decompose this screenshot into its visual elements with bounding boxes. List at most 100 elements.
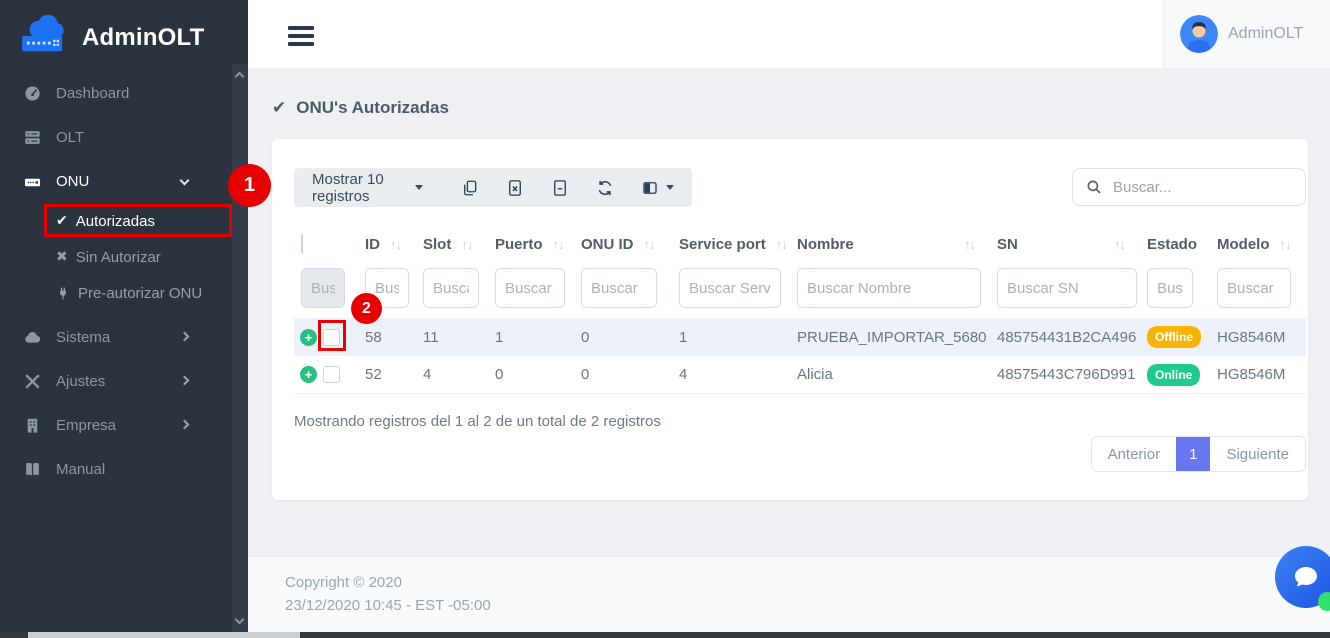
copyright-text: Copyright © 2020: [285, 571, 1330, 594]
length-menu-button[interactable]: Mostrar 10 registros: [312, 171, 423, 205]
app-logo[interactable]: AdminOLT: [20, 14, 204, 61]
tools-icon: [22, 371, 42, 391]
cell-sn: 48575443C796D991: [990, 366, 1140, 383]
cell-modelo: HG8546M: [1210, 329, 1306, 346]
table-row: 52 4 0 0 4 Alicia 48575443C796D991 Onlin…: [294, 356, 1306, 394]
caret-down-icon: [415, 185, 423, 190]
column-visibility-button[interactable]: [641, 179, 674, 197]
copy-icon[interactable]: [461, 179, 479, 197]
annotation-step-1: 1: [228, 164, 271, 207]
avatar: [1180, 15, 1218, 53]
footer: Copyright © 2020 23/12/2020 10:45 - EST …: [248, 556, 1330, 632]
sort-icon: [776, 237, 788, 252]
excel-icon[interactable]: [506, 179, 524, 197]
filter-select-input: [301, 268, 345, 308]
chevron-right-icon: [180, 332, 190, 342]
sidebar-item-sistema[interactable]: Sistema: [0, 315, 232, 359]
table-toolbar: Mostrar 10 registros: [294, 168, 692, 207]
refresh-icon[interactable]: [596, 179, 614, 197]
search-input[interactable]: [1113, 179, 1273, 196]
cell-service-port: 1: [672, 329, 790, 346]
online-indicator: [1318, 592, 1330, 611]
cell-slot: 11: [416, 329, 488, 346]
cell-puerto: 1: [488, 329, 574, 346]
column-header-modelo[interactable]: Modelo: [1210, 236, 1306, 253]
column-header-estado[interactable]: Estado: [1140, 236, 1210, 253]
pagination-previous-button[interactable]: Anterior: [1092, 437, 1177, 471]
column-header-service-port[interactable]: Service port: [672, 236, 790, 253]
sidebar-item-manual[interactable]: Manual: [0, 447, 232, 491]
table-row: 58 11 1 0 1 PRUEBA_IMPORTAR_5680 4857544…: [294, 318, 1306, 356]
search-icon: [1085, 178, 1103, 196]
sidebar-subitem-sin-autorizar[interactable]: ✖ Sin Autorizar: [0, 239, 232, 275]
cell-slot: 4: [416, 366, 488, 383]
file-icon[interactable]: [551, 179, 569, 197]
sidebar-item-dashboard[interactable]: Dashboard: [0, 71, 232, 115]
expand-row-button[interactable]: [300, 329, 317, 346]
filter-estado-input[interactable]: [1147, 268, 1193, 308]
plug-icon: [56, 286, 70, 301]
user-menu[interactable]: AdminOLT: [1163, 0, 1330, 68]
pagination: Anterior 1 Siguiente: [1091, 436, 1306, 472]
sort-icon: [644, 237, 656, 252]
column-header-slot[interactable]: Slot: [416, 236, 488, 253]
column-header-id[interactable]: ID: [358, 236, 416, 253]
sidebar-item-olt[interactable]: OLT: [0, 115, 232, 159]
topbar: AdminOLT: [248, 0, 1330, 68]
logo-icon: [20, 14, 70, 61]
filter-puerto-input[interactable]: [495, 268, 565, 308]
timestamp-text: 23/12/2020 10:45 - EST -05:00: [285, 594, 1330, 617]
server-icon: [22, 127, 42, 147]
column-header-onu-id[interactable]: ONU ID: [574, 236, 672, 253]
scroll-up-icon[interactable]: [235, 72, 245, 82]
columns-icon: [641, 179, 659, 197]
column-header-puerto[interactable]: Puerto: [488, 236, 574, 253]
sidebar-item-onu[interactable]: ONU: [0, 159, 232, 203]
cell-onu-id: 0: [574, 366, 672, 383]
chat-bubble-icon: [1291, 562, 1321, 592]
sidebar-item-ajustes[interactable]: Ajustes: [0, 359, 232, 403]
expand-row-button[interactable]: [300, 366, 317, 383]
cloud-icon: [22, 327, 42, 347]
filter-service-port-input[interactable]: [679, 268, 781, 308]
row-checkbox[interactable]: [323, 366, 340, 383]
pagination-next-button[interactable]: Siguiente: [1210, 437, 1305, 471]
table-card: Mostrar 10 registros: [272, 139, 1308, 500]
column-header-nombre[interactable]: Nombre: [790, 236, 990, 253]
horizontal-scrollbar-thumb[interactable]: [28, 632, 300, 638]
table-filter-row: [294, 268, 1306, 308]
cell-sn: 485754431B2CA496: [990, 329, 1140, 346]
dashboard-icon: [22, 83, 42, 103]
sidebar-subitem-pre-autorizar[interactable]: Pre-autorizar ONU: [0, 275, 232, 311]
user-name: AdminOLT: [1228, 25, 1303, 43]
check-icon: ✔: [272, 98, 286, 118]
chevron-right-icon: [180, 376, 190, 386]
filter-slot-input[interactable]: [423, 268, 479, 308]
cell-modelo: HG8546M: [1210, 366, 1306, 383]
filter-onu-id-input[interactable]: [581, 268, 657, 308]
filter-modelo-input[interactable]: [1217, 268, 1291, 308]
cell-nombre: Alicia: [790, 366, 990, 383]
sort-icon: [390, 237, 402, 252]
x-icon: ✖: [56, 249, 68, 265]
column-header-sn[interactable]: SN: [990, 236, 1140, 253]
building-icon: [22, 415, 42, 435]
sidebar-item-empresa[interactable]: Empresa: [0, 403, 232, 447]
global-search: [1072, 168, 1306, 206]
menu-toggle-button[interactable]: [288, 26, 314, 50]
cell-nombre: PRUEBA_IMPORTAR_5680: [790, 329, 990, 346]
table-info: Mostrando registros del 1 al 2 de un tot…: [294, 413, 661, 430]
horizontal-scrollbar[interactable]: [0, 632, 1330, 638]
sort-icon: [1280, 237, 1292, 252]
select-all-checkbox[interactable]: [301, 234, 303, 253]
page-title: ✔ ONU's Autorizadas: [272, 98, 449, 118]
router-icon: [22, 171, 42, 191]
sort-icon: [964, 237, 976, 252]
scroll-down-icon[interactable]: [235, 615, 245, 625]
status-badge: Online: [1147, 364, 1200, 386]
status-badge: Offline: [1147, 326, 1201, 348]
filter-sn-input[interactable]: [997, 268, 1137, 308]
pagination-page-1-button[interactable]: 1: [1176, 437, 1210, 471]
filter-nombre-input[interactable]: [797, 268, 981, 308]
sidebar-scrollbar[interactable]: [232, 64, 248, 632]
